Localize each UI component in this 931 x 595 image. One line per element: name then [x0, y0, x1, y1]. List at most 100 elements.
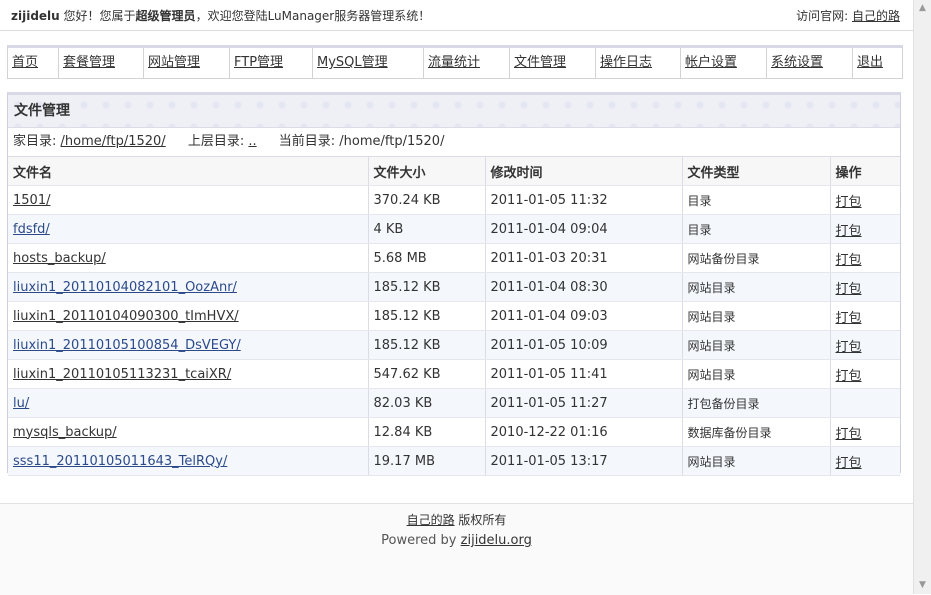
nav-account[interactable]: 帐户设置	[681, 48, 767, 78]
nav-packages-link[interactable]: 套餐管理	[63, 55, 115, 70]
table-row: sss11_20110105011643_TelRQy/ 19.17 MB 20…	[8, 446, 900, 476]
parent-dir-label: 上层目录:	[187, 134, 245, 149]
pack-link[interactable]: 打包	[836, 224, 862, 239]
pack-link[interactable]: 打包	[836, 282, 862, 297]
footer: 自己的路 版权所有 Powered by zijidelu.org	[0, 503, 913, 595]
nav-websites-link[interactable]: 网站管理	[148, 55, 200, 70]
file-size: 547.62 KB	[368, 359, 486, 389]
scroll-down-icon[interactable]: ▼	[914, 577, 931, 594]
file-name-link[interactable]: liuxin1_20110104090300_tImHVX/	[13, 309, 239, 324]
home-dir-label: 家目录:	[13, 134, 57, 149]
file-mtime: 2011-01-05 11:27	[485, 388, 683, 418]
file-type: 目录	[682, 214, 831, 244]
nav-home[interactable]: 首页	[8, 48, 59, 78]
powered-line: Powered by zijidelu.org	[0, 533, 913, 548]
nav-ftp-link[interactable]: FTP管理	[234, 55, 283, 70]
rights-text: 版权所有	[458, 513, 507, 527]
pack-link[interactable]: 打包	[836, 369, 862, 384]
file-size: 185.12 KB	[368, 301, 486, 331]
table-row: fdsfd/ 4 KB 2011-01-04 09:04 目录 打包	[8, 214, 900, 244]
scroll-up-icon[interactable]: ▲	[914, 0, 931, 17]
file-name-link[interactable]: 1501/	[13, 193, 50, 208]
col-header-mtime: 修改时间	[485, 157, 683, 186]
nav-packages[interactable]: 套餐管理	[59, 48, 144, 78]
file-type: 网站备份目录	[682, 243, 831, 273]
nav-traffic[interactable]: 流量统计	[424, 48, 510, 78]
nav-account-link[interactable]: 帐户设置	[685, 55, 737, 70]
file-size: 185.12 KB	[368, 330, 486, 360]
powered-text: Powered by	[381, 533, 457, 548]
username: zijidelu	[11, 9, 60, 23]
current-dir-label: 当前目录:	[278, 134, 336, 149]
file-type: 网站目录	[682, 446, 831, 476]
file-name-link[interactable]: liuxin1_20110105100854_DsVEGY/	[13, 338, 241, 353]
greeting-text: 您好！您属于	[59, 9, 136, 23]
file-name-link[interactable]: lu/	[13, 396, 29, 411]
file-name-link[interactable]: sss11_20110105011643_TelRQy/	[13, 454, 227, 469]
file-name-link[interactable]: fdsfd/	[13, 222, 50, 237]
nav-ftp[interactable]: FTP管理	[230, 48, 313, 78]
nav-system-link[interactable]: 系统设置	[771, 55, 823, 70]
nav-websites[interactable]: 网站管理	[144, 48, 230, 78]
powered-link[interactable]: zijidelu.org	[461, 533, 532, 548]
top-bar: zijidelu 您好！您属于超级管理员，欢迎您登陆LuManager服务器管理…	[0, 0, 913, 31]
file-type: 目录	[682, 185, 831, 215]
file-name-link[interactable]: hosts_backup/	[13, 251, 106, 266]
vertical-scrollbar[interactable]: ▲ ▼	[913, 0, 931, 594]
file-mtime: 2010-12-22 01:16	[485, 417, 683, 447]
current-dir-path: /home/ftp/1520/	[339, 134, 445, 149]
col-header-action: 操作	[830, 157, 900, 186]
file-type: 网站目录	[682, 272, 831, 302]
file-type: 打包备份目录	[682, 388, 831, 418]
pack-link[interactable]: 打包	[836, 195, 862, 210]
file-type: 网站目录	[682, 359, 831, 389]
table-row: liuxin1_20110105113231_tcaiXR/ 547.62 KB…	[8, 359, 900, 389]
file-type: 网站目录	[682, 301, 831, 331]
nav-logs[interactable]: 操作日志	[596, 48, 681, 78]
official-site: 访问官网: 自己的路	[796, 7, 900, 24]
main-nav: 首页 套餐管理 网站管理 FTP管理 MySQL管理 流量统计 文件管理 操作日…	[7, 45, 903, 79]
pack-link[interactable]: 打包	[836, 340, 862, 355]
file-mtime: 2011-01-04 08:30	[485, 272, 683, 302]
home-dir-link[interactable]: /home/ftp/1520/	[61, 134, 166, 149]
file-manager-panel: 文件管理 家目录: /home/ftp/1520/ 上层目录: .. 当前目录:…	[7, 92, 901, 476]
file-name-link[interactable]: liuxin1_20110105113231_tcaiXR/	[13, 367, 231, 382]
pack-link[interactable]: 打包	[836, 311, 862, 326]
nav-files[interactable]: 文件管理	[510, 48, 596, 78]
file-size: 370.24 KB	[368, 185, 486, 215]
nav-home-link[interactable]: 首页	[12, 55, 38, 70]
file-name-link[interactable]: liuxin1_20110104082101_OozAnr/	[13, 280, 237, 295]
table-row: lu/ 82.03 KB 2011-01-05 11:27 打包备份目录	[8, 388, 900, 418]
visit-label: 访问官网:	[796, 9, 849, 23]
file-size: 19.17 MB	[368, 446, 486, 476]
col-header-name: 文件名	[8, 157, 369, 186]
file-mtime: 2011-01-04 09:03	[485, 301, 683, 331]
pack-link[interactable]: 打包	[836, 456, 862, 471]
nav-logout-link[interactable]: 退出	[857, 55, 883, 70]
file-mtime: 2011-01-03 20:31	[485, 243, 683, 273]
pack-link[interactable]: 打包	[836, 253, 862, 268]
path-bar: 家目录: /home/ftp/1520/ 上层目录: .. 当前目录: /hom…	[8, 128, 900, 157]
pack-link[interactable]: 打包	[836, 427, 862, 442]
table-row: 1501/ 370.24 KB 2011-01-05 11:32 目录 打包	[8, 185, 900, 215]
nav-logout[interactable]: 退出	[853, 48, 900, 78]
footer-site-link[interactable]: 自己的路	[407, 513, 455, 527]
file-size: 82.03 KB	[368, 388, 486, 418]
parent-dir-link[interactable]: ..	[248, 134, 256, 149]
file-mtime: 2011-01-05 11:32	[485, 185, 683, 215]
user-role: 超级管理员	[135, 9, 196, 23]
nav-mysql-link[interactable]: MySQL管理	[317, 55, 388, 70]
nav-files-link[interactable]: 文件管理	[514, 55, 566, 70]
col-header-type: 文件类型	[682, 157, 831, 186]
file-table: 文件名 文件大小 修改时间 文件类型 操作 1501/ 370.24 KB 20…	[8, 157, 900, 476]
file-size: 4 KB	[368, 214, 486, 244]
nav-mysql[interactable]: MySQL管理	[313, 48, 424, 78]
file-mtime: 2011-01-04 09:04	[485, 214, 683, 244]
file-type: 网站目录	[682, 330, 831, 360]
table-row: liuxin1_20110104082101_OozAnr/ 185.12 KB…	[8, 272, 900, 302]
nav-system[interactable]: 系统设置	[767, 48, 853, 78]
official-site-link[interactable]: 自己的路	[852, 9, 900, 23]
nav-traffic-link[interactable]: 流量统计	[428, 55, 480, 70]
nav-logs-link[interactable]: 操作日志	[600, 55, 652, 70]
file-name-link[interactable]: mysqls_backup/	[13, 425, 117, 440]
